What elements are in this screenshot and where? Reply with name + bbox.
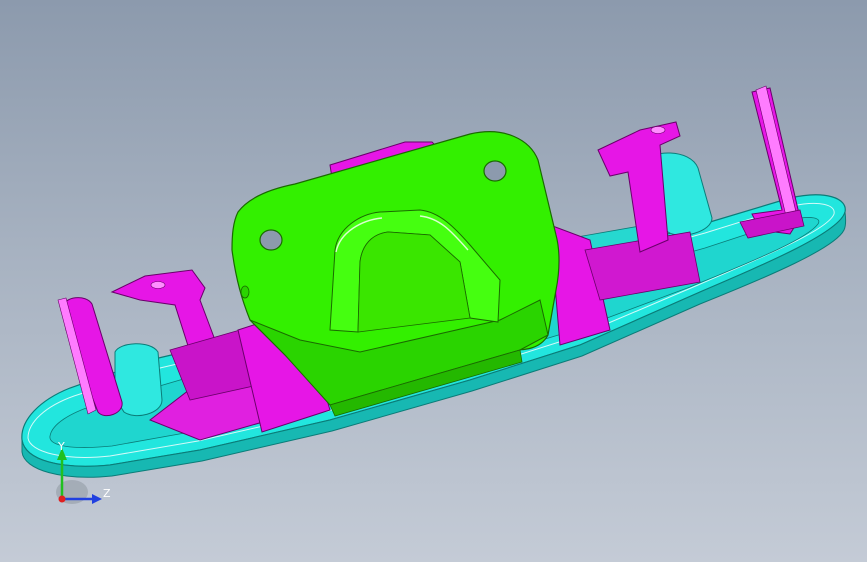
model-view[interactable]	[0, 0, 867, 562]
y-axis-label: Y	[58, 440, 65, 453]
z-axis-arrow	[92, 494, 102, 504]
z-axis-label: Z	[103, 487, 111, 500]
cad-viewport[interactable]: Y Z	[0, 0, 867, 562]
x-axis-origin	[58, 495, 66, 503]
